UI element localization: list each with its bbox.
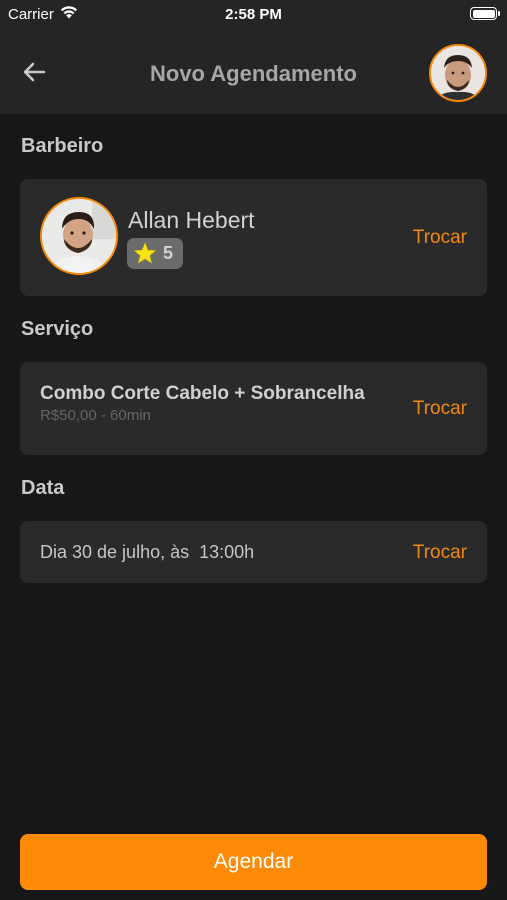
star-icon bbox=[133, 242, 157, 264]
date-section-title: Data bbox=[21, 477, 65, 499]
barber-avatar bbox=[40, 197, 118, 275]
date-card: Dia 30 de julho, às 13:00h Trocar bbox=[20, 521, 487, 583]
schedule-button[interactable]: Agendar bbox=[20, 834, 487, 890]
change-barber-button[interactable]: Trocar bbox=[413, 227, 467, 249]
rating-value: 5 bbox=[163, 243, 174, 263]
rating-badge: 5 bbox=[127, 238, 183, 269]
user-avatar[interactable] bbox=[429, 44, 487, 102]
service-details: R$50,00 - 60min bbox=[40, 407, 151, 424]
status-time: 2:58 PM bbox=[225, 6, 282, 23]
change-date-button[interactable]: Trocar bbox=[413, 542, 467, 564]
status-bar: Carrier 2:58 PM bbox=[0, 0, 507, 28]
service-card: Combo Corte Cabelo + Sobrancelha R$50,00… bbox=[20, 362, 487, 455]
battery-icon bbox=[470, 7, 500, 20]
service-section-title: Serviço bbox=[21, 318, 94, 340]
navigation-bar: Novo Agendamento bbox=[0, 28, 507, 114]
barber-section-title: Barbeiro bbox=[21, 135, 104, 157]
barber-card: Allan Hebert 5 Trocar bbox=[20, 179, 487, 296]
barber-name: Allan Hebert bbox=[128, 207, 255, 233]
change-service-button[interactable]: Trocar bbox=[413, 398, 467, 420]
service-name: Combo Corte Cabelo + Sobrancelha bbox=[40, 383, 365, 404]
date-text: Dia 30 de julho, às 13:00h bbox=[40, 542, 255, 562]
